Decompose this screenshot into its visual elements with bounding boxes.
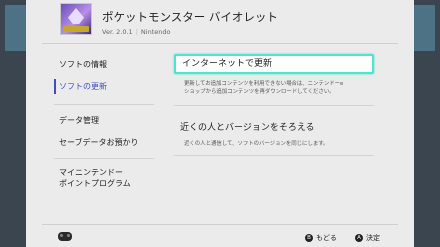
option-match-version-nearby[interactable]: 近くの人とバージョンをそろえる (174, 118, 374, 138)
footer-divider (42, 224, 398, 225)
content-divider (174, 105, 374, 106)
sidebar-item-save-data-cloud[interactable]: セーブデータお預かり (59, 137, 139, 148)
content-divider (174, 155, 374, 156)
b-button-icon: B (305, 234, 313, 242)
sidebar-item-my-nintendo[interactable]: マイニンテンドー ポイントプログラム (59, 167, 131, 189)
back-label: もどる (316, 234, 337, 242)
settings-panel: ポケットモンスター バイオレット Ver. 2.0.1 | Nintendo ソフト… (26, 0, 414, 247)
sidebar-item-label: マイニンテンドー (59, 168, 123, 177)
ok-label: 決定 (366, 234, 380, 242)
version-text: Ver. 2.0.1 (102, 28, 133, 36)
sidebar-item-data-management[interactable]: データ管理 (59, 115, 99, 126)
option-description: 更新してお追加コンテンツを利用できない場合は、ニンテンドーe ショップから追加コ… (184, 80, 379, 96)
a-button-icon: A (355, 234, 363, 242)
description-line: 近くの人と通信して、ソフトのバージョンを同じにします。 (184, 141, 329, 147)
description-line: ショップから追加コンテンツを再ダウンロードしてください。 (184, 89, 335, 95)
option-update-via-internet[interactable]: インターネットで更新 (174, 54, 374, 74)
sidebar-item-software-info[interactable]: ソフトの情報 (59, 59, 107, 70)
description-line: 更新してお追加コンテンツを利用できない場合は、ニンテンドーe (184, 81, 344, 87)
ok-hint[interactable]: A 決定 (355, 233, 380, 243)
publisher-text: Nintendo (140, 28, 171, 36)
game-meta: Ver. 2.0.1 | Nintendo (102, 28, 170, 36)
sidebar (26, 44, 158, 224)
header: ポケットモンスター バイオレット Ver. 2.0.1 | Nintendo (26, 0, 414, 44)
sidebar-item-software-update[interactable]: ソフトの更新 (59, 81, 107, 92)
content-area: インターネットで更新 更新してお追加コンテンツを利用できない場合は、ニンテンドー… (174, 44, 404, 224)
game-title: ポケットモンスター バイオレット (102, 10, 278, 24)
sidebar-divider (54, 104, 154, 105)
back-hint[interactable]: B もどる (305, 233, 337, 243)
pokemon-silhouette-icon (68, 8, 84, 24)
meta-separator: | (135, 28, 138, 36)
option-description: 近くの人と通信して、ソフトのバージョンを同じにします。 (184, 140, 379, 148)
sidebar-item-label: ポイントプログラム (59, 179, 131, 188)
screen: ポケットモンスター バイオレット Ver. 2.0.1 | Nintendo ソフト… (0, 0, 440, 247)
game-icon (60, 3, 92, 35)
controller-icon (58, 232, 72, 241)
game-logo-icon (63, 26, 89, 32)
sidebar-divider (54, 158, 154, 159)
active-indicator (54, 79, 56, 94)
